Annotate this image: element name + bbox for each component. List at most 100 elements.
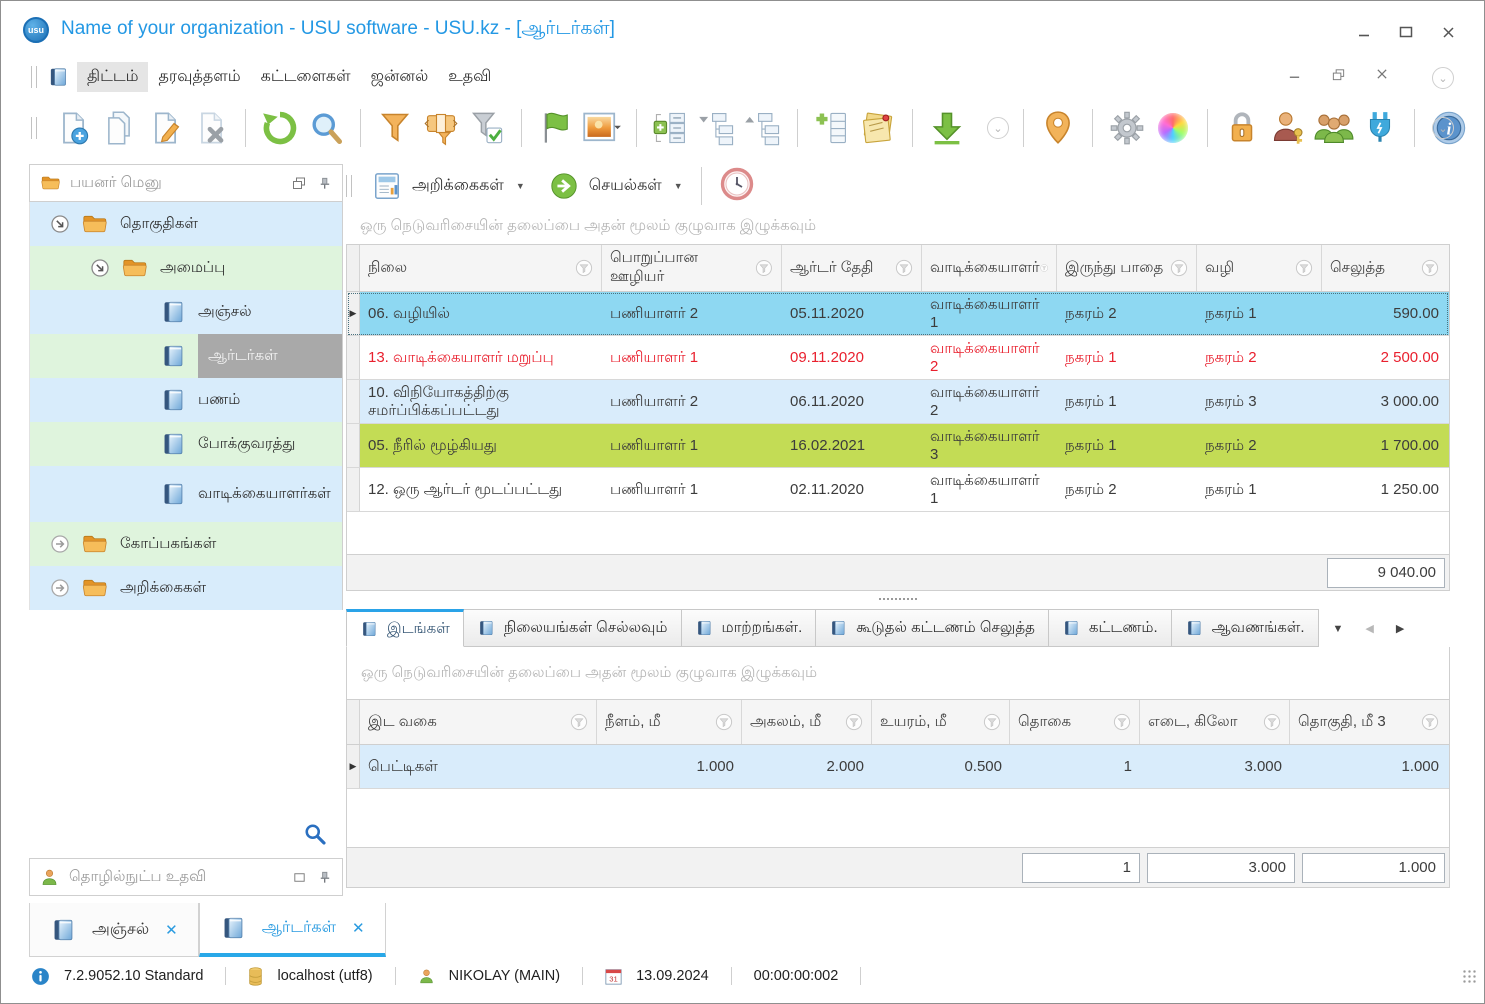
tree-item-reports[interactable]: அறிக்கைகள்: [30, 566, 342, 610]
reports-button[interactable]: அறிக்கைகள் ▼: [372, 171, 525, 201]
mdi-close-button[interactable]: [1376, 67, 1388, 87]
menu-item-window[interactable]: ஜன்னல்: [361, 62, 439, 92]
tree-item-directories[interactable]: கோப்பகங்கள்: [30, 522, 342, 566]
doc-tab-orders[interactable]: ஆர்டர்கள் ✕: [199, 903, 386, 957]
mdi-restore-button[interactable]: [1331, 67, 1346, 87]
column-header-pay[interactable]: செலுத்த: [1322, 245, 1447, 291]
close-tab-icon[interactable]: ✕: [165, 921, 178, 939]
column-header-order-date[interactable]: ஆர்டர் தேதி: [782, 245, 922, 291]
maximize-button[interactable]: [1398, 25, 1414, 39]
float-panel-icon[interactable]: [291, 175, 307, 191]
tree-item-customers[interactable]: வாடிக்கையாளர்கள்: [30, 466, 342, 522]
tab-surcharge[interactable]: கூடுதல் கட்டணம் செலுத்த: [816, 609, 1049, 647]
column-header-weight[interactable]: எடை, கிலோ: [1140, 700, 1290, 744]
tree-item-money[interactable]: பணம்: [30, 378, 342, 422]
filter-funnel-icon[interactable]: [1421, 259, 1439, 277]
tab-list-dropdown-icon[interactable]: ▼: [1333, 623, 1344, 635]
filter-funnel-icon[interactable]: [1113, 713, 1131, 731]
lock-icon[interactable]: [1222, 108, 1262, 148]
add-record-icon[interactable]: [53, 108, 93, 148]
float-panel-icon[interactable]: [292, 870, 307, 885]
filter-funnel-icon[interactable]: [983, 713, 1001, 731]
column-header-via[interactable]: வழி: [1197, 245, 1322, 291]
column-header-from-route[interactable]: இருந்து பாதை: [1057, 245, 1197, 291]
filter-funnel-icon[interactable]: [575, 259, 593, 277]
search-icon[interactable]: [306, 108, 346, 148]
pin-panel-icon[interactable]: [317, 176, 332, 191]
toolbar-drag-handle[interactable]: [346, 175, 352, 197]
column-header-customer[interactable]: வாடிக்கையாளர்: [922, 245, 1057, 291]
tab-scroll-right-icon[interactable]: ▶: [1396, 622, 1404, 635]
settings-gear-icon[interactable]: [1107, 108, 1147, 148]
toolbar-overflow-icon[interactable]: ⌄: [987, 117, 1009, 139]
filter-funnel-icon[interactable]: [1421, 713, 1439, 731]
list-expand-icon[interactable]: [651, 108, 691, 148]
menu-item-program[interactable]: திட்டம்: [77, 62, 148, 92]
close-tab-icon[interactable]: ✕: [352, 919, 365, 937]
filter-funnel-icon[interactable]: [755, 259, 773, 277]
flag-icon[interactable]: [536, 108, 576, 148]
menubar-overflow-icon[interactable]: ⌄: [1432, 67, 1454, 89]
filter-icon[interactable]: [375, 108, 415, 148]
menu-item-commands[interactable]: கட்டளைகள்: [251, 62, 361, 92]
tree-item-mail[interactable]: அஞ்சல்: [30, 290, 342, 334]
mdi-minimize-button[interactable]: [1288, 67, 1301, 87]
expand-node-icon[interactable]: [50, 578, 70, 598]
filter-settings-icon[interactable]: [421, 108, 461, 148]
notes-icon[interactable]: [858, 108, 898, 148]
column-header-place-type[interactable]: இட வகை: [360, 700, 597, 744]
filter-funnel-icon[interactable]: [1295, 259, 1313, 277]
actions-button[interactable]: செயல்கள் ▼: [549, 171, 683, 201]
user-access-icon[interactable]: [1268, 108, 1308, 148]
collapse-node-icon[interactable]: [50, 214, 70, 234]
resize-grip[interactable]: [1462, 969, 1476, 983]
toolbar-drag-handle[interactable]: [31, 117, 37, 139]
filter-funnel-icon[interactable]: [845, 713, 863, 731]
tree-collapse-icon[interactable]: [697, 108, 737, 148]
tab-scroll-left-icon[interactable]: ◀: [1365, 622, 1373, 635]
export-icon[interactable]: [927, 108, 967, 148]
scheduler-clock-icon[interactable]: [720, 167, 754, 206]
tree-search-icon[interactable]: [303, 822, 327, 851]
order-row[interactable]: 10. விநியோகத்திற்கு சமர்ப்பிக்கப்பட்டது …: [347, 380, 1449, 424]
toolbar-overflow-right-icon[interactable]: ⌄: [1432, 117, 1454, 139]
menu-item-database[interactable]: தரவுத்தளம்: [148, 62, 250, 92]
doc-tab-mail[interactable]: அஞ்சல் ✕: [29, 903, 199, 957]
image-icon[interactable]: [582, 108, 622, 148]
tree-expand-icon[interactable]: [743, 108, 783, 148]
place-row[interactable]: ▶ பெட்டிகள் 1.000 2.000 0.500 1 3.000 1.…: [347, 745, 1449, 789]
tree-item-setup[interactable]: அமைப்பு: [30, 246, 342, 290]
color-scheme-icon[interactable]: [1153, 108, 1193, 148]
filter-funnel-icon[interactable]: [570, 713, 588, 731]
toolbar-drag-handle[interactable]: [31, 66, 37, 88]
delete-record-icon[interactable]: [191, 108, 231, 148]
tab-changes[interactable]: மாற்றங்கள்.: [682, 609, 817, 647]
menu-item-help[interactable]: உதவி: [438, 62, 501, 92]
filter-funnel-icon[interactable]: [895, 259, 913, 277]
filter-funnel-icon[interactable]: [1263, 713, 1281, 731]
filter-funnel-icon[interactable]: [715, 713, 733, 731]
close-button[interactable]: [1440, 25, 1456, 39]
users-group-icon[interactable]: [1314, 108, 1354, 148]
expand-node-icon[interactable]: [50, 534, 70, 554]
order-row[interactable]: 13. வாடிக்கையாளர் மறுப்பு பணியாளர் 1 09.…: [347, 336, 1449, 380]
pin-panel-icon[interactable]: [317, 870, 332, 885]
refresh-icon[interactable]: [260, 108, 300, 148]
column-header-quantity[interactable]: தொகை: [1010, 700, 1140, 744]
filter-apply-icon[interactable]: [467, 108, 507, 148]
tab-payment[interactable]: கட்டணம்.: [1049, 609, 1172, 647]
order-row[interactable]: ▶ 06. வழியில் பணியாளர் 2 05.11.2020 வாடி…: [347, 292, 1449, 336]
minimize-button[interactable]: [1356, 25, 1372, 39]
edit-record-icon[interactable]: [145, 108, 185, 148]
tree-item-modules[interactable]: தொகுதிகள்: [30, 202, 342, 246]
column-header-volume[interactable]: தொகுதி, மீ 3: [1290, 700, 1447, 744]
column-header-status[interactable]: நிலை: [360, 245, 602, 291]
tab-documents[interactable]: ஆவணங்கள்.: [1172, 609, 1319, 647]
filter-funnel-icon[interactable]: [1170, 259, 1188, 277]
tree-item-orders[interactable]: ஆர்டர்கள்: [30, 334, 342, 378]
tree-item-transport[interactable]: போக்குவரத்து: [30, 422, 342, 466]
order-row[interactable]: 12. ஒரு ஆர்டர் மூடப்பட்டது பணியாளர் 1 02…: [347, 468, 1449, 512]
location-icon[interactable]: [1038, 108, 1078, 148]
column-header-length[interactable]: நீளம், மீ: [597, 700, 742, 744]
column-header-employee[interactable]: பொறுப்பான ஊழியர்: [602, 245, 782, 291]
